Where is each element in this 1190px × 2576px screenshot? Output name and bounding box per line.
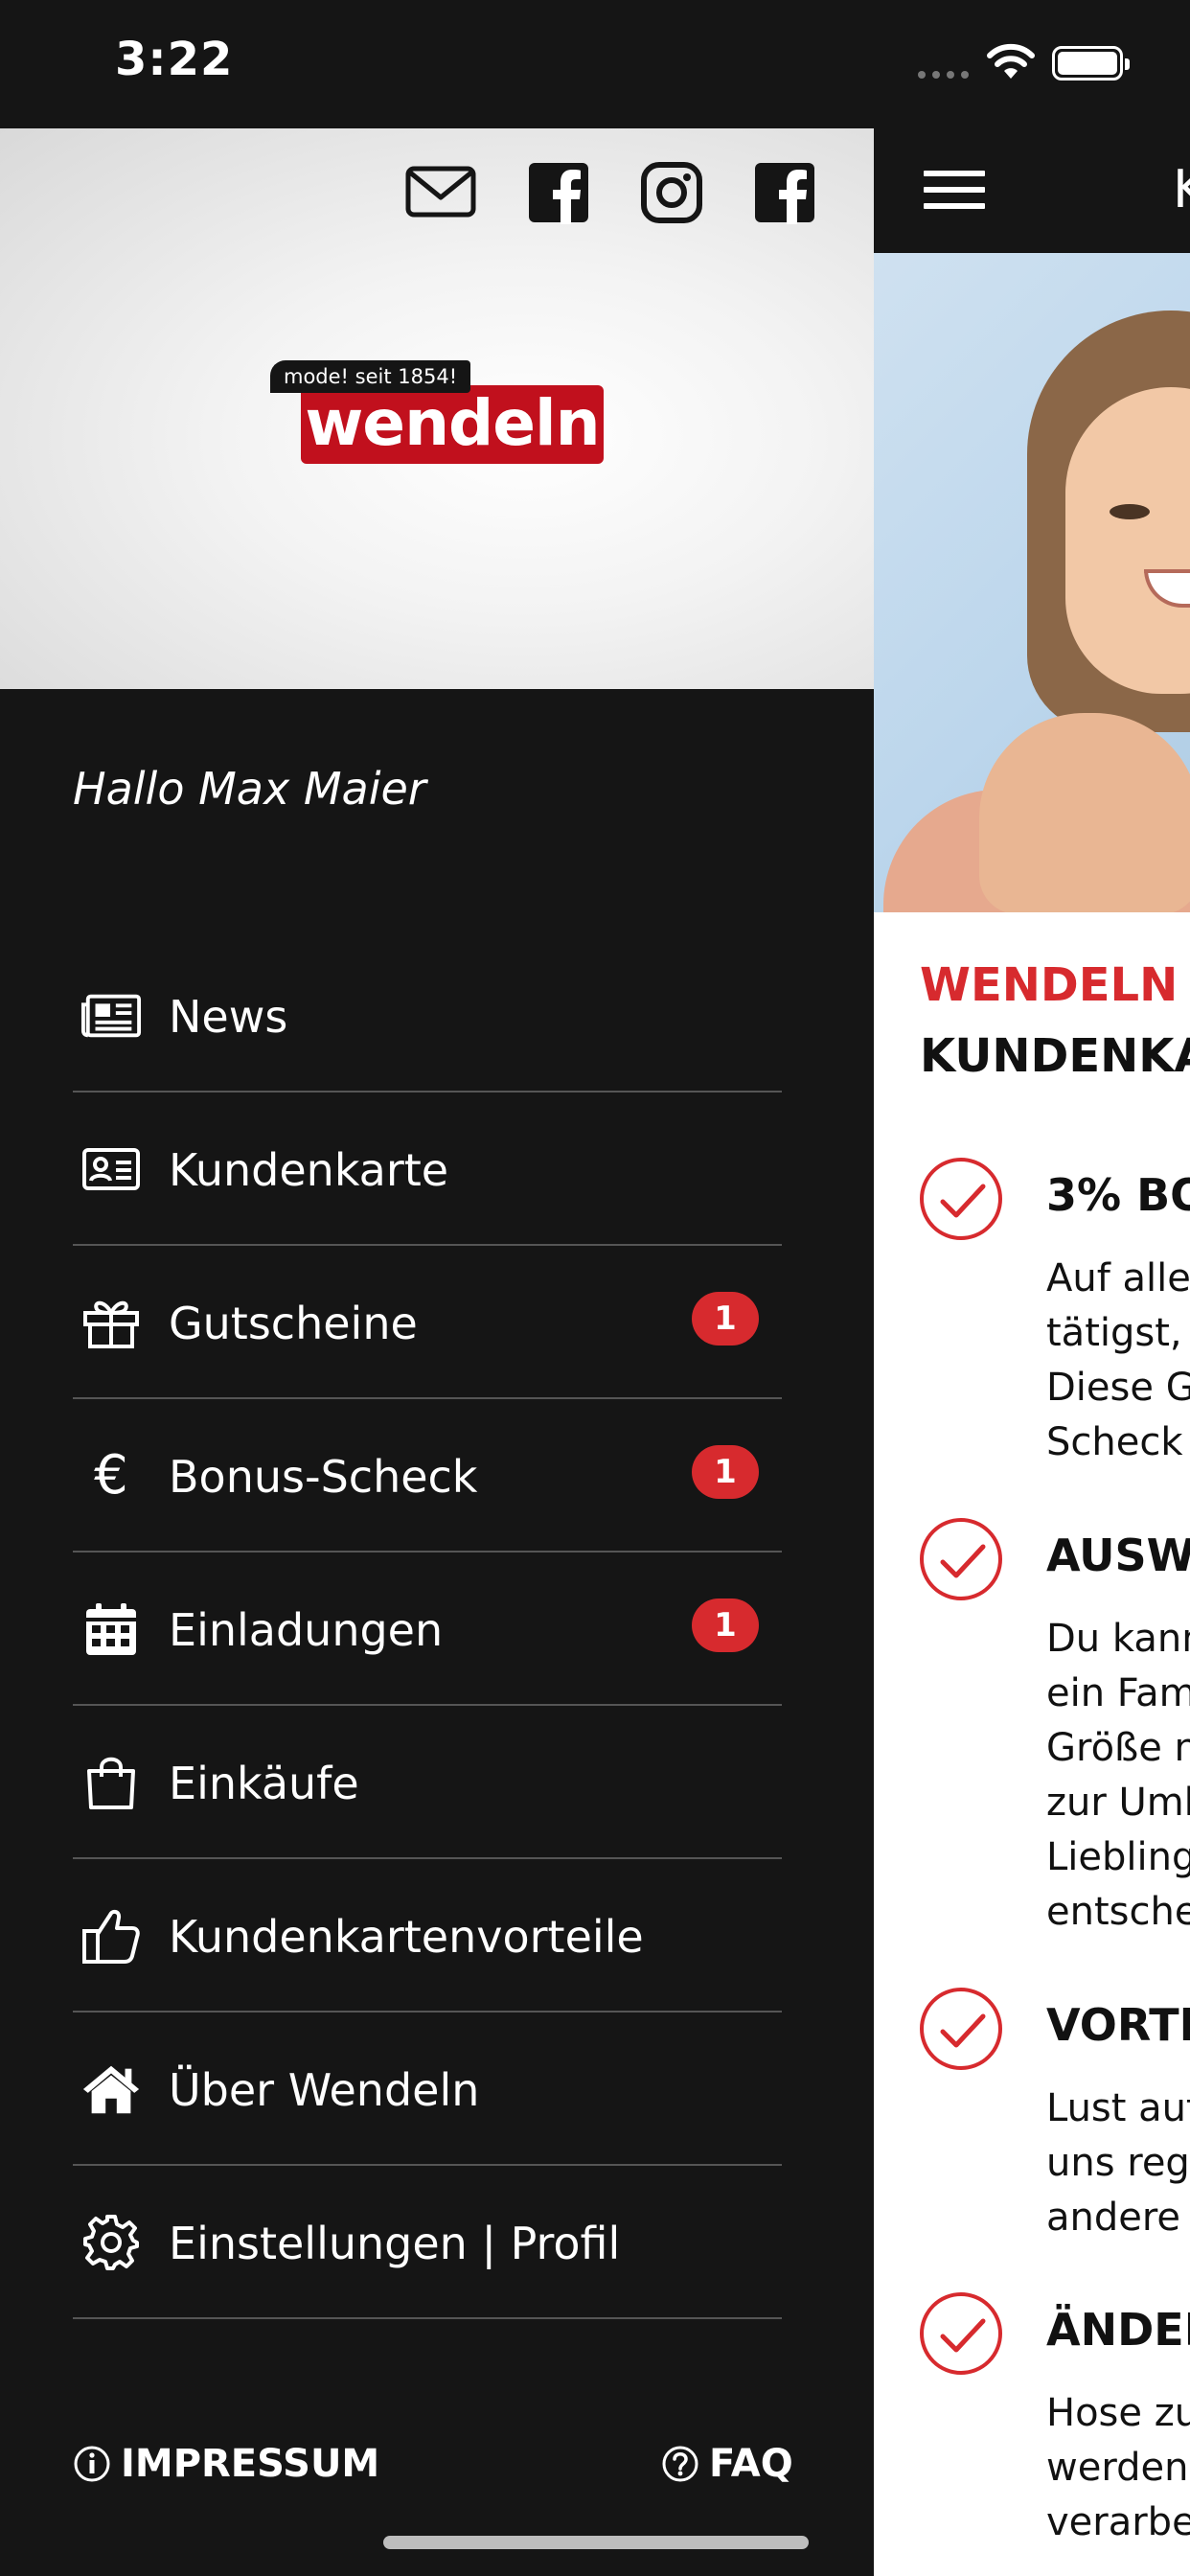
battery-icon	[1052, 46, 1130, 80]
id-card-icon	[80, 1140, 142, 1198]
menu-item-label: Einstellungen | Profil	[169, 2218, 621, 2269]
benefit-text: Auf alle tätigst, b Diese Gu Scheck	[1046, 1256, 1190, 1464]
gift-icon	[80, 1294, 142, 1351]
menu-item-bonus-scheck[interactable]: € Bonus-Scheck 1	[73, 1399, 782, 1552]
info-icon	[74, 2446, 110, 2482]
menu-item-label: Bonus-Scheck	[169, 1451, 478, 1503]
drawer-header: wendeln mode! seit 1854!	[0, 128, 874, 689]
benefit-title: ÄNDEF	[1046, 2304, 1190, 2356]
greeting: Hallo Max Maier	[73, 763, 426, 815]
menu-item-einladungen[interactable]: Einladungen 1	[73, 1552, 782, 1706]
menu-item-einstellungen-profil[interactable]: Einstellungen | Profil	[73, 2166, 782, 2319]
benefit-title: VORTE	[1046, 1999, 1190, 2051]
benefit-text: Hose zu werden verarbei	[1046, 2391, 1190, 2544]
menu-item-label: Einladungen	[169, 1604, 444, 1656]
logo-wordmark: wendeln	[305, 386, 600, 460]
signal-icon	[918, 71, 969, 79]
menu-item-ueber-wendeln[interactable]: Über Wendeln	[73, 2012, 782, 2166]
facebook-icon[interactable]	[753, 161, 816, 224]
page-title: K	[1173, 159, 1190, 219]
check-circle-icon	[920, 2292, 1002, 2375]
menu-item-label: Kundenkarte	[169, 1144, 449, 1196]
menu-item-label: Gutscheine	[169, 1298, 418, 1349]
mail-icon[interactable]	[404, 161, 477, 222]
benefit-text: Du kann ein Fam Größe n zur Umk Liebling…	[1046, 1617, 1190, 1934]
calendar-icon	[80, 1600, 142, 1658]
check-circle-icon	[920, 1518, 1002, 1600]
benefit-text: Lust auf uns rege andere k	[1046, 2086, 1190, 2240]
benefit-title: 3% BO	[1046, 1169, 1190, 1221]
main-content[interactable]: K WENDELN KUNDENKA 3% BO Auf alle tätigs…	[874, 128, 1190, 2576]
hero-image	[874, 253, 1190, 912]
gear-icon	[80, 2214, 142, 2271]
status-time: 3:22	[115, 33, 234, 86]
euro-icon: €	[94, 1444, 128, 1506]
impressum-label: IMPRESSUM	[121, 2442, 380, 2486]
menu-item-label: Über Wendeln	[169, 2064, 480, 2116]
home-icon	[80, 2060, 142, 2118]
menu-item-news[interactable]: News	[73, 939, 782, 1092]
benefit-title: AUSWA	[1046, 1530, 1190, 1581]
notification-badge: 1	[692, 1445, 759, 1499]
section-title: KUNDENKA	[920, 1029, 1190, 1083]
wendeln-logo: wendeln mode! seit 1854!	[270, 360, 604, 464]
instagram-icon[interactable]	[640, 161, 703, 224]
menu-item-einkaeufe[interactable]: Einkäufe	[73, 1706, 782, 1859]
content-header: K	[874, 128, 1190, 253]
drawer-menu: News Kundenkarte Gutscheine 1 € Bonus-Sc…	[73, 939, 782, 2319]
menu-item-label: News	[169, 991, 288, 1043]
wifi-icon	[987, 43, 1035, 79]
thumbs-up-icon	[80, 1907, 142, 1965]
menu-item-kundenkartenvorteile[interactable]: Kundenkartenvorteile	[73, 1859, 782, 2012]
menu-item-label: Kundenkartenvorteile	[169, 1911, 644, 1963]
menu-item-label: Einkäufe	[169, 1758, 359, 1809]
shopping-bag-icon	[80, 1754, 142, 1811]
status-bar: 3:22	[0, 0, 1190, 128]
home-indicator[interactable]	[383, 2536, 809, 2549]
menu-icon[interactable]	[924, 171, 985, 209]
notification-badge: 1	[692, 1598, 759, 1652]
logo-tagline: mode! seit 1854!	[270, 360, 471, 393]
help-icon	[662, 2446, 698, 2482]
impressum-link[interactable]: IMPRESSUM	[73, 2442, 379, 2486]
notification-badge: 1	[692, 1292, 759, 1346]
newspaper-icon	[80, 987, 142, 1045]
check-circle-icon	[920, 1158, 1002, 1240]
menu-item-kundenkarte[interactable]: Kundenkarte	[73, 1092, 782, 1246]
navigation-drawer: wendeln mode! seit 1854! Hallo Max Maier…	[0, 128, 874, 2576]
app-screen: 3:22 K WENDELN KUNDENKA 3% BO Auf alle t…	[0, 0, 1190, 2576]
faq-label: FAQ	[709, 2442, 793, 2486]
faq-link[interactable]: FAQ	[661, 2442, 793, 2486]
check-circle-icon	[920, 1988, 1002, 2070]
facebook-icon[interactable]	[527, 161, 590, 224]
section-kicker: WENDELN	[920, 958, 1179, 1012]
menu-item-gutscheine[interactable]: Gutscheine 1	[73, 1246, 782, 1399]
